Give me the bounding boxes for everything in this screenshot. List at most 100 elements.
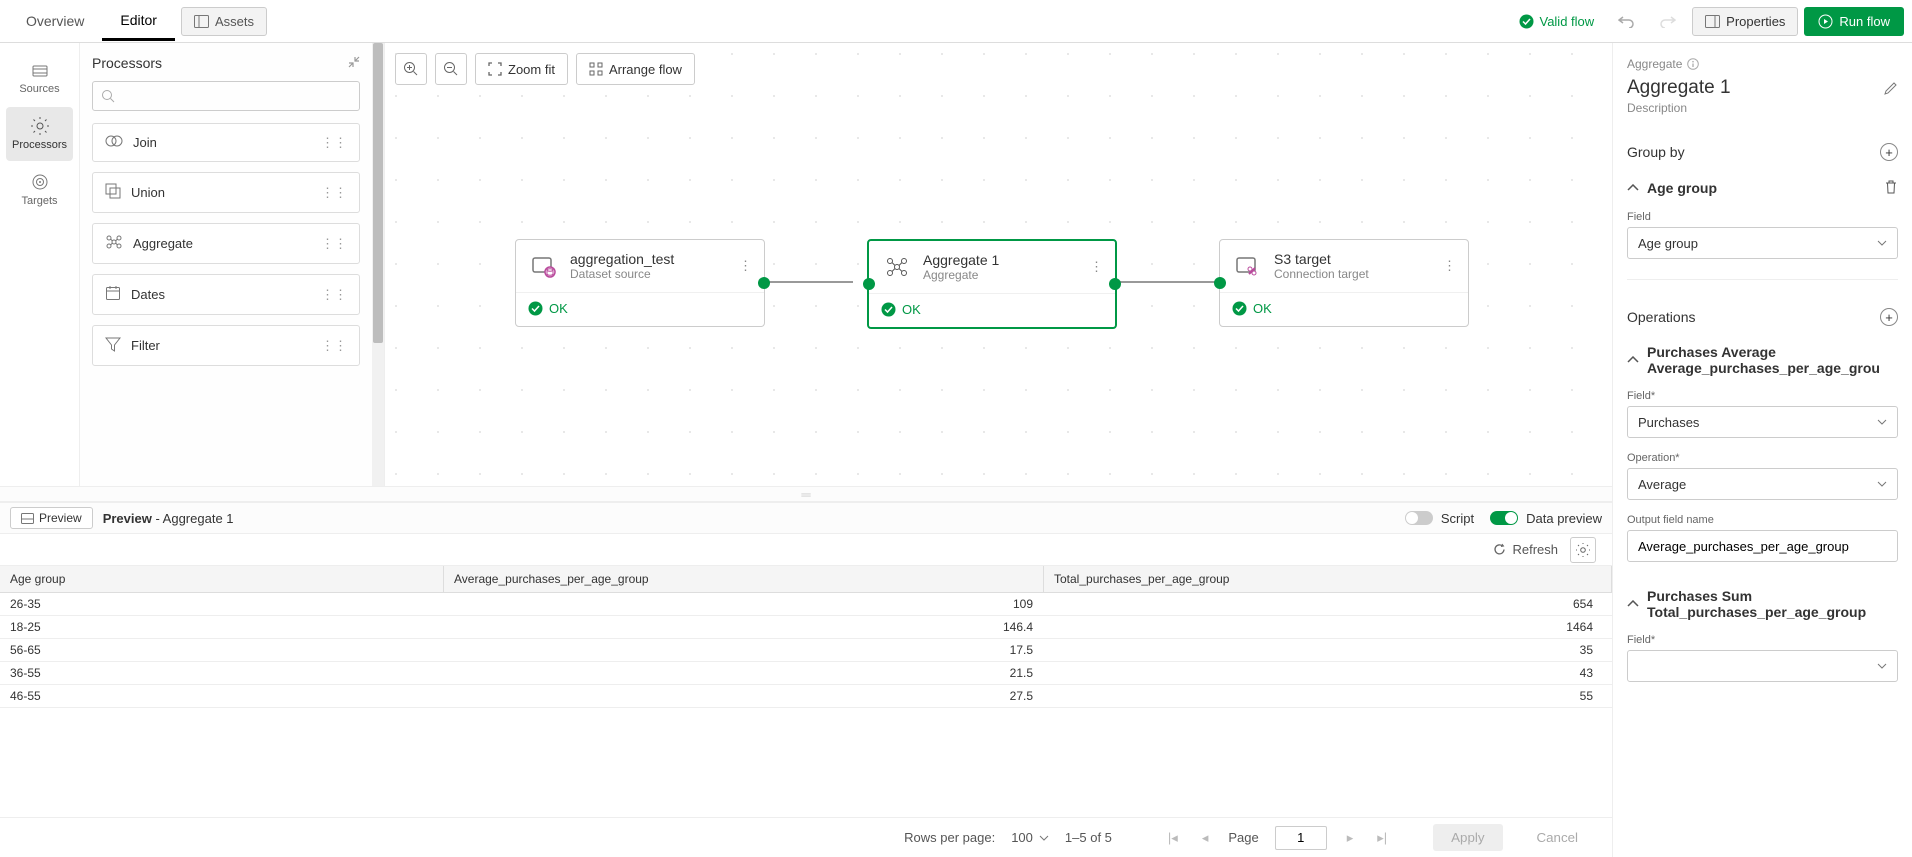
drag-handle-icon[interactable]: ⋮⋮ [321,287,347,303]
cell: 56-65 [0,639,444,661]
node-menu-button[interactable]: ⋮ [1090,259,1103,275]
search-icon [101,89,115,103]
nav-targets[interactable]: Targets [6,163,73,217]
cell: 109 [444,593,1044,615]
arrange-label: Arrange flow [609,62,682,77]
cell: 36-55 [0,662,444,684]
search-input[interactable] [92,81,360,111]
cancel-button[interactable]: Cancel [1519,824,1597,851]
redo-button[interactable] [1650,6,1686,36]
resize-handle[interactable]: ═ [0,486,1612,502]
tab-editor[interactable]: Editor [102,2,175,41]
processor-item-union[interactable]: Union⋮⋮ [92,172,360,213]
drag-handle-icon[interactable]: ⋮⋮ [321,236,347,252]
table-row: 56-6517.535 [0,639,1612,662]
refresh-button[interactable]: Refresh [1493,542,1558,557]
properties-panel: Aggregate Aggregate 1 Description Group … [1612,43,1912,857]
group-field-dropdown[interactable]: Age group [1627,227,1898,259]
first-page-button[interactable]: |◂ [1164,830,1182,846]
next-page-button[interactable]: ▸ [1343,830,1358,846]
chevron-up-icon[interactable] [1627,184,1639,192]
description-label: Description [1627,101,1898,115]
node-title: Aggregate 1 [923,252,999,268]
data-preview-toggle[interactable] [1490,511,1518,525]
edit-icon[interactable] [1883,81,1898,96]
port-out[interactable] [758,277,770,289]
panel-title: Processors [92,55,162,71]
page-range: 1–5 of 5 [1065,830,1112,845]
dates-icon [105,285,121,304]
output-field-input[interactable] [1627,530,1898,562]
operation-type-dropdown[interactable]: Average [1627,468,1898,500]
cell: 1464 [1044,616,1612,638]
delete-group-button[interactable] [1884,179,1898,197]
preview-toggle-button[interactable]: Preview [10,507,93,529]
column-header[interactable]: Total_purchases_per_age_group [1044,566,1612,592]
node-status-label: OK [549,301,568,316]
nav-processors[interactable]: Processors [6,107,73,161]
panel-icon [21,513,34,524]
apply-button[interactable]: Apply [1433,824,1502,851]
script-toggle[interactable] [1405,511,1433,525]
arrange-flow-button[interactable]: Arrange flow [576,53,695,85]
operation-field-dropdown[interactable] [1627,650,1898,682]
assets-button[interactable]: Assets [181,7,267,36]
processor-label: Filter [131,338,160,353]
node-aggregate[interactable]: Aggregate 1 Aggregate ⋮ OK [867,239,1117,329]
prev-page-button[interactable]: ◂ [1198,830,1213,846]
drag-handle-icon[interactable]: ⋮⋮ [321,135,347,151]
group-by-heading: Group by [1627,144,1685,160]
aggregate-icon [881,251,913,283]
last-page-button[interactable]: ▸| [1373,830,1391,846]
zoom-out-button[interactable] [435,53,467,85]
operation-title: Purchases Average [1647,344,1880,360]
info-icon[interactable] [1687,58,1699,70]
add-group-button[interactable]: + [1880,143,1898,161]
chevron-down-icon [1877,663,1887,669]
operation-field-dropdown[interactable]: Purchases [1627,406,1898,438]
port-in[interactable] [1214,277,1226,289]
table-row: 46-5527.555 [0,685,1612,708]
grid-icon [589,62,603,76]
assets-label: Assets [215,14,254,29]
settings-button[interactable] [1570,537,1596,563]
tab-overview[interactable]: Overview [8,3,102,39]
add-operation-button[interactable]: + [1880,308,1898,326]
node-menu-button[interactable]: ⋮ [739,258,752,274]
processor-label: Join [133,135,157,150]
chevron-up-icon[interactable] [1627,356,1639,364]
processor-item-aggregate[interactable]: Aggregate⋮⋮ [92,223,360,264]
panel-icon [1705,15,1720,28]
zoom-fit-button[interactable]: Zoom fit [475,53,568,85]
processor-item-join[interactable]: Join ⋮⋮ [92,123,360,162]
column-header[interactable]: Average_purchases_per_age_group [444,566,1044,592]
undo-button[interactable] [1608,6,1644,36]
node-target[interactable]: S3 target Connection target ⋮ OK [1219,239,1469,327]
chevron-up-icon[interactable] [1627,600,1639,608]
port-out[interactable] [1109,278,1121,290]
valid-flow-status: Valid flow [1519,14,1594,29]
column-header[interactable]: Age group [0,566,444,592]
node-source[interactable]: aggregation_test Dataset source ⋮ OK [515,239,765,327]
properties-button[interactable]: Properties [1692,7,1798,36]
run-flow-label: Run flow [1839,14,1890,29]
chevron-down-icon [1877,419,1887,425]
table-row: 26-35109654 [0,593,1612,616]
nav-sources[interactable]: Sources [6,53,73,105]
drag-handle-icon[interactable]: ⋮⋮ [321,338,347,354]
collapse-icon[interactable] [348,55,360,71]
run-flow-button[interactable]: Run flow [1804,7,1904,36]
processor-item-filter[interactable]: Filter ⋮⋮ [92,325,360,366]
selected-node-title: Aggregate 1 [1627,77,1731,99]
page-input[interactable] [1275,826,1327,850]
drag-handle-icon[interactable]: ⋮⋮ [321,185,347,201]
node-menu-button[interactable]: ⋮ [1443,258,1456,274]
rows-per-page-select[interactable]: 100 [1011,830,1049,845]
zoom-fit-label: Zoom fit [508,62,555,77]
port-in[interactable] [863,278,875,290]
aggregate-icon [105,234,123,253]
zoom-in-button[interactable] [395,53,427,85]
processor-item-dates[interactable]: Dates⋮⋮ [92,274,360,315]
operation-subtitle: Total_purchases_per_age_group [1647,604,1866,620]
edge [1115,281,1215,283]
